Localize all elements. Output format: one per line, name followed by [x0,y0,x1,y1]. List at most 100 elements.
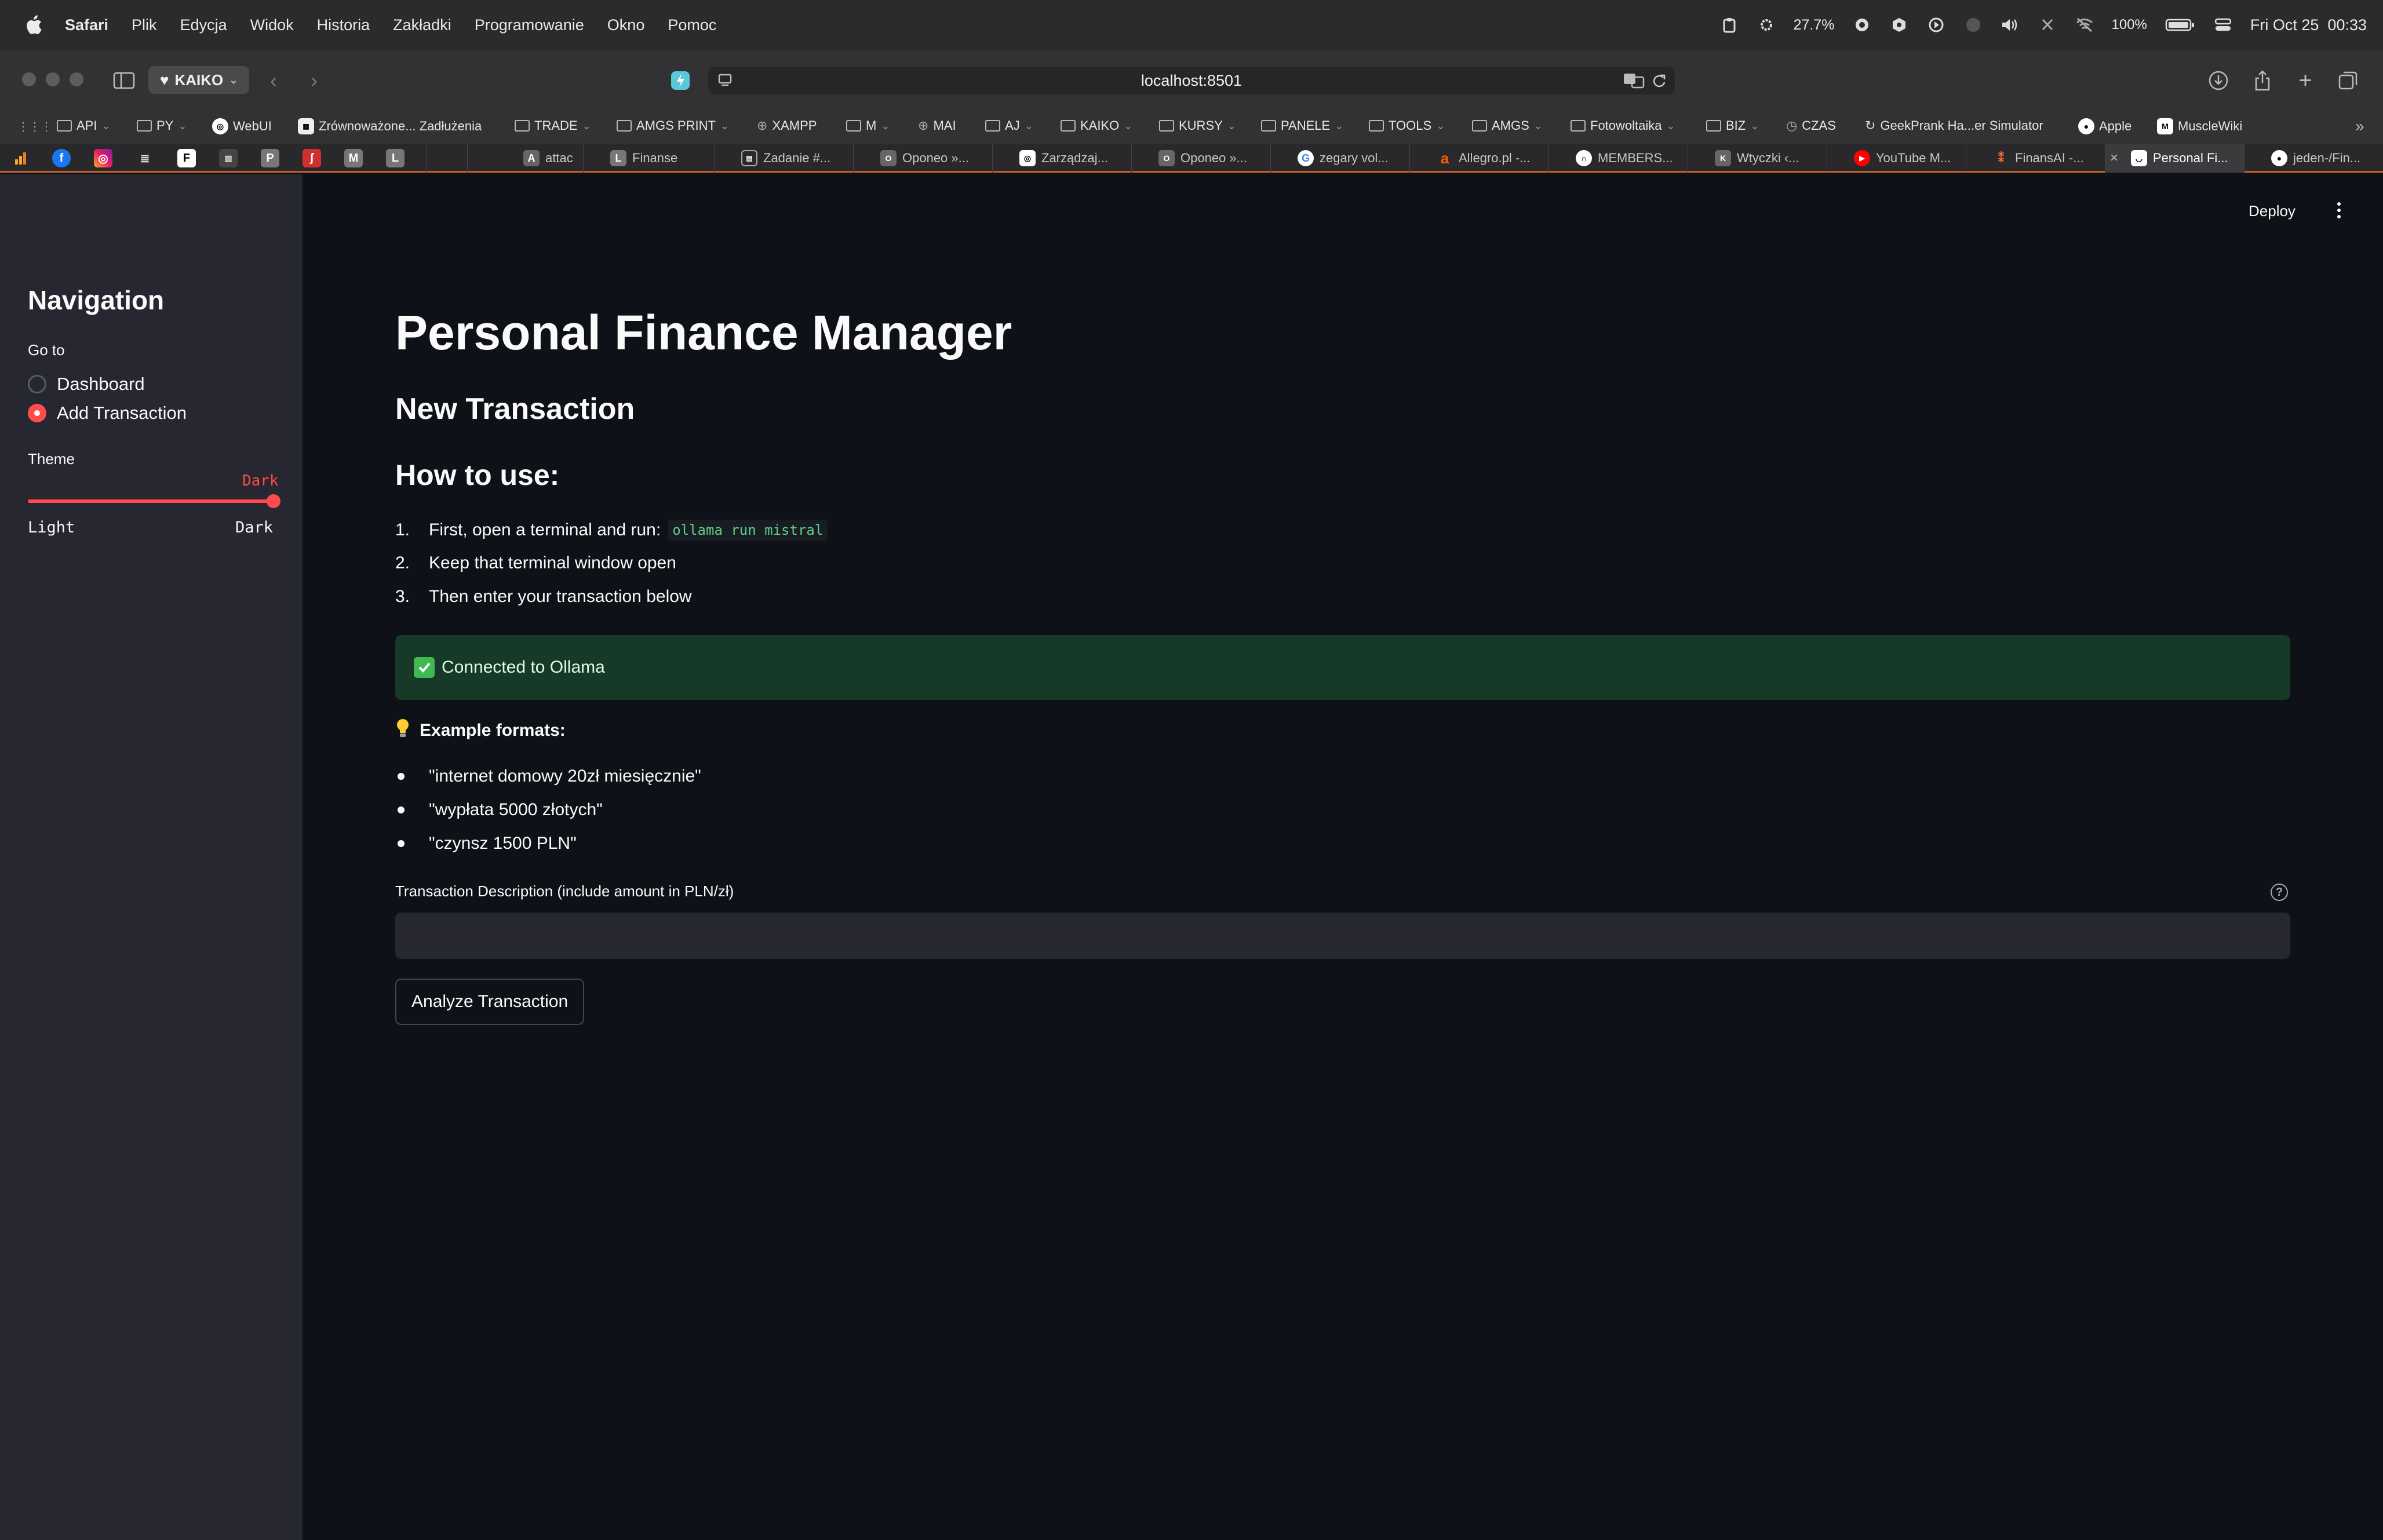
menu-edycja[interactable]: Edycja [180,16,227,34]
tab-overview-icon[interactable] [2335,68,2361,93]
translate-icon[interactable] [1623,72,1645,93]
bookmark-folder-aj[interactable]: AJ ⌄ [985,118,1033,133]
tab-jeden[interactable]: ● jeden-/Fin... [2244,144,2383,173]
pinned-tab-chart-icon[interactable]: ▥ [219,149,238,167]
menu-widok[interactable]: Widok [250,16,294,34]
reload-icon[interactable] [1650,72,1667,93]
bookmark-folder-fotowoltaika[interactable]: Fotowoltaika ⌄ [1571,118,1675,133]
bookmark-geekprank[interactable]: ↻ GeekPrank Ha...er Simulator [1865,118,2043,133]
radio-dashboard[interactable]: Dashboard [28,374,145,395]
theme-slider-thumb[interactable] [267,494,280,508]
pinned-tab-m-icon[interactable]: M [344,149,363,167]
bookmark-webui[interactable]: ◎ WebUI [212,118,272,134]
bookmark-zrownowazone[interactable]: ▦ Zrównoważone... Zadłużenia [298,118,482,134]
analyze-transaction-button[interactable]: Analyze Transaction [395,979,585,1025]
bookmark-folder-panele[interactable]: PANELE ⌄ [1261,118,1343,133]
sync-icon[interactable] [1852,15,1872,35]
play-icon[interactable] [1926,15,1946,35]
menu-app-name[interactable]: Safari [65,16,108,34]
bookmark-folder-kursy[interactable]: KURSY ⌄ [1159,118,1236,133]
pinned-tab-instagram-icon[interactable]: ◎ [94,149,112,167]
tab-oponeo-2[interactable]: O Oponeo »... [1131,144,1270,173]
bookmark-musclewiki[interactable]: M MuscleWiki [2157,118,2242,134]
menu-historia[interactable]: Historia [317,16,370,34]
pinned-tab-s-icon[interactable]: ʃ [303,149,321,167]
zoom-window-button[interactable] [70,72,83,86]
profile-button[interactable]: ♥ KAIKO ⌄ [148,66,250,94]
apple-menu-icon[interactable] [22,13,45,37]
tab-finansai[interactable]: ⁑ FinansAI -... [1966,144,2105,173]
theme-slider-track[interactable] [28,499,275,503]
tab-oponeo-1[interactable]: O Oponeo »... [853,144,992,173]
cpu-icon[interactable] [1757,15,1776,35]
pinned-tab-l-icon[interactable]: L [386,149,405,167]
bookmark-mai[interactable]: ⊕ MAI [918,118,956,133]
page-settings-icon[interactable] [716,71,735,90]
address-bar[interactable]: localhost:8501 [708,67,1675,94]
share-icon[interactable] [2250,68,2275,93]
bookmark-folder-trade[interactable]: TRADE ⌄ [515,118,591,133]
help-icon[interactable]: ? [2271,884,2288,901]
sidebar-toggle-icon[interactable] [111,68,137,93]
volume-icon[interactable] [2001,15,2020,35]
tab-finanse[interactable]: L Finanse [583,144,714,173]
bookmark-folder-py[interactable]: PY ⌄ [137,118,187,133]
bookmark-folder-amgs[interactable]: AMGS ⌄ [1472,118,1543,133]
tab-label: Wtyczki ‹... [1737,151,1799,165]
tab-zadanie[interactable]: ▤ Zadanie #... [714,144,853,173]
radio-dashboard-circle[interactable] [28,375,46,393]
tab-personal-finance[interactable]: × ◡ Personal Fi... [2105,144,2244,173]
tab-zegary[interactable]: Gzegary vol... [1270,144,1409,173]
radio-add-transaction-circle[interactable] [28,404,46,422]
clipboard-icon[interactable] [1719,15,1739,35]
close-tab-icon[interactable]: × [2110,150,2125,166]
bookmark-apple[interactable]: ● Apple [2078,118,2131,134]
clock[interactable]: Fri Oct 25 00:33 [2250,16,2367,34]
main-menu-icon[interactable] [2333,201,2345,220]
download-icon[interactable] [2206,68,2231,93]
tab-zarzadzaj[interactable]: ◎ Zarządzaj... [992,144,1131,173]
forward-icon[interactable]: › [301,68,327,93]
menu-okno[interactable]: Okno [607,16,645,34]
tab-youtube[interactable]: ▶ YouTube M... [1827,144,1966,173]
more-bookmarks-icon[interactable]: » [2355,117,2364,136]
pinned-tab-f-icon[interactable]: F [177,149,196,167]
menu-programowanie[interactable]: Programowanie [475,16,584,34]
bookmark-folder-amgs-print[interactable]: AMGS PRINT ⌄ [617,118,729,133]
tab-members[interactable]: ∩ MEMBERS... [1548,144,1688,173]
tab-label: Oponeo »... [1180,151,1247,165]
bookmark-folder-m[interactable]: M ⌄ [846,118,890,133]
bookmark-czas[interactable]: ◷ CZAS [1786,118,1836,133]
bookmark-xampp[interactable]: ⊕ XAMPP [757,118,817,133]
tab-empty[interactable] [427,144,467,173]
extension-icon[interactable] [668,68,693,93]
pinned-tab-stack-icon[interactable]: ≣ [136,149,154,167]
bookmark-folder-kaiko[interactable]: KAIKO ⌄ [1061,118,1132,133]
transaction-description-input[interactable] [395,913,2290,959]
menu-zakladki[interactable]: Zakładki [393,16,451,34]
menu-plik[interactable]: Plik [132,16,157,34]
tab-wtyczki[interactable]: K Wtyczki ‹... [1688,144,1827,173]
tab-attac[interactable]: Aattac [467,144,583,173]
bookmark-folder-tools[interactable]: TOOLS ⌄ [1369,118,1445,133]
avatar-icon[interactable] [1963,15,1983,35]
tab-allegro[interactable]: a Allegro.pl -... [1409,144,1548,173]
pinned-tab-analytics-icon[interactable] [12,149,30,167]
back-icon[interactable]: ‹ [261,68,286,93]
radio-add-transaction[interactable]: Add Transaction [28,403,187,424]
vpn-icon[interactable] [1889,15,1909,35]
menu-pomoc[interactable]: Pomoc [668,16,716,34]
wifi-icon[interactable] [2075,15,2094,35]
grid-icon[interactable]: ⋮⋮⋮ [17,119,52,134]
bookmark-folder-biz[interactable]: BIZ ⌄ [1706,118,1759,133]
close-window-button[interactable] [22,72,36,86]
pinned-tab-p-icon[interactable]: P [261,149,279,167]
minimize-window-button[interactable] [46,72,60,86]
deploy-button[interactable]: Deploy [2249,202,2295,220]
new-tab-icon[interactable]: + [2293,68,2318,93]
bluetooth-icon[interactable] [2038,15,2057,35]
control-center-icon[interactable] [2213,15,2233,35]
pinned-tab-facebook-icon[interactable]: f [52,149,71,167]
battery-icon[interactable] [2165,15,2196,35]
bookmark-folder-api[interactable]: API ⌄ [57,118,111,133]
